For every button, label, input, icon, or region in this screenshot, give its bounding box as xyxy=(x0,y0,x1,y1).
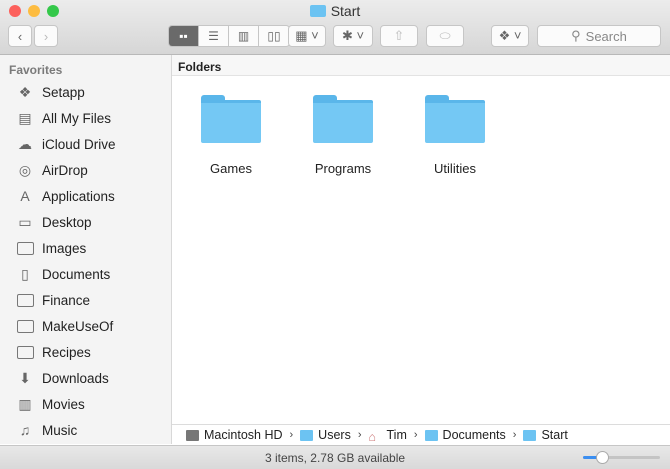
folder-icon xyxy=(16,292,34,308)
documents-folder-icon xyxy=(424,429,438,441)
folder-item[interactable]: Utilities xyxy=(405,90,505,176)
view-mode-control: ▪▪ ☰ ▥ ▯▯ xyxy=(168,25,290,47)
status-text: 3 items, 2.78 GB available xyxy=(264,451,406,465)
path-label: Documents xyxy=(442,428,506,442)
music-icon: ♫ xyxy=(19,422,31,438)
list-view-button[interactable]: ☰ xyxy=(199,26,229,46)
sidebar-item-label: Downloads xyxy=(42,370,109,386)
chevron-right-icon: › xyxy=(512,429,517,441)
coverflow-view-button[interactable]: ▯▯ xyxy=(259,26,289,46)
sidebar-item-airdrop[interactable]: ◎ AirDrop xyxy=(16,159,88,181)
sidebar-item-label: Music xyxy=(42,422,78,438)
search-placeholder: Search xyxy=(585,28,627,44)
path-label: Start xyxy=(541,428,568,442)
sidebar-item-recipes[interactable]: Recipes xyxy=(16,341,91,363)
sidebar-item-applications[interactable]: A Applications xyxy=(16,185,115,207)
airdrop-icon: ◎ xyxy=(18,161,32,178)
window-title-text: Start xyxy=(330,3,361,19)
sidebar-item-label: iCloud Drive xyxy=(42,136,116,152)
arrange-button[interactable]: ▦ ˅ xyxy=(288,25,326,47)
sidebar-item-setapp[interactable]: ❖ Setapp xyxy=(16,81,85,103)
sidebar-item-label: Movies xyxy=(42,396,85,412)
film-icon: ▥ xyxy=(18,395,32,412)
setapp-icon: ❖ xyxy=(18,83,32,100)
sidebar-item-movies[interactable]: ▥ Movies xyxy=(16,393,85,415)
toolbar: Start ‹ › ▪▪ ☰ ▥ ▯▯ ▦ ˅ ✱ ˅ ⇧ ⬭ ❖ ˅ ⚲ Sea… xyxy=(0,0,670,55)
back-button[interactable]: ‹ xyxy=(8,25,32,47)
sidebar-item-finance[interactable]: Finance xyxy=(16,289,90,311)
path-item[interactable]: Macintosh HD xyxy=(186,428,283,442)
users-folder-icon xyxy=(300,429,314,441)
search-input[interactable]: ⚲ Search xyxy=(537,25,661,47)
folder-item[interactable]: Games xyxy=(181,90,281,176)
sidebar-item-label: MakeUseOf xyxy=(42,318,114,334)
path-item[interactable]: Documents xyxy=(424,428,506,442)
sidebar-item-label: Images xyxy=(42,240,87,256)
desktop-icon: ▭ xyxy=(18,213,32,230)
folder-icon xyxy=(16,240,34,256)
applications-icon: A xyxy=(20,188,30,204)
section-header: Folders xyxy=(172,55,670,76)
sidebar-item-label: Setapp xyxy=(42,84,85,100)
folder-icon xyxy=(523,429,537,441)
forward-button[interactable]: › xyxy=(34,25,58,47)
download-icon: ⬇ xyxy=(19,369,31,386)
sidebar-item-label: Desktop xyxy=(42,214,92,230)
folder-label: Utilities xyxy=(434,161,476,176)
sidebar-item-images[interactable]: Images xyxy=(16,237,86,259)
sidebar-item-documents[interactable]: ▯ Documents xyxy=(16,263,110,285)
sidebar-item-label: All My Files xyxy=(42,110,112,126)
cloud-icon: ☁ xyxy=(18,135,32,152)
folder-label: Games xyxy=(210,161,252,176)
sidebar-item-label: AirDrop xyxy=(42,162,88,178)
sidebar-item-icloud-drive[interactable]: ☁ iCloud Drive xyxy=(16,133,116,155)
gear-icon[interactable]: ✱ ˅ xyxy=(333,25,373,47)
home-icon: ⌂ xyxy=(368,429,377,444)
folder-icon xyxy=(16,344,34,360)
column-view-button[interactable]: ▥ xyxy=(229,26,259,46)
sidebar-item-label: Applications xyxy=(42,188,115,204)
path-item[interactable]: Start xyxy=(523,428,568,442)
folder-icon xyxy=(425,95,485,143)
sidebar-heading: Favorites xyxy=(9,63,63,77)
path-label: Users xyxy=(318,428,351,442)
icon-size-slider[interactable] xyxy=(583,451,660,464)
folder-item[interactable]: Programs xyxy=(293,90,393,176)
sidebar: Favorites ❖ Setapp ▤ All My Files ☁ iCloud Dr… xyxy=(0,55,172,444)
path-label: Macintosh HD xyxy=(204,428,283,442)
path-item[interactable]: Users xyxy=(300,428,351,442)
folder-icon xyxy=(16,318,34,334)
setapp-dropdown-button[interactable]: ❖ ˅ xyxy=(491,25,529,47)
chevron-right-icon: › xyxy=(413,429,418,441)
document-icon: ▯ xyxy=(21,265,29,282)
folder-icon xyxy=(201,95,261,143)
sidebar-item-music[interactable]: ♫ Music xyxy=(16,419,78,441)
sidebar-item-all-my-files[interactable]: ▤ All My Files xyxy=(16,107,111,129)
window-title: Start xyxy=(0,3,670,19)
sidebar-item-label: Documents xyxy=(42,266,111,282)
disk-icon xyxy=(186,429,199,441)
sidebar-item-downloads[interactable]: ⬇ Downloads xyxy=(16,367,109,389)
folder-label: Programs xyxy=(314,161,372,176)
path-label: Tim xyxy=(386,428,407,442)
share-icon[interactable]: ⇧ xyxy=(380,25,418,47)
all-files-icon: ▤ xyxy=(18,109,32,126)
folder-icon xyxy=(313,95,373,143)
icon-view-button[interactable]: ▪▪ xyxy=(169,26,199,46)
sidebar-item-makeuseof[interactable]: MakeUseOf xyxy=(16,315,113,337)
folder-icon xyxy=(309,5,326,17)
chevron-right-icon: › xyxy=(289,429,294,441)
status-bar: 3 items, 2.78 GB available xyxy=(0,445,670,469)
tag-icon[interactable]: ⬭ xyxy=(426,25,464,47)
sidebar-item-desktop[interactable]: ▭ Desktop xyxy=(16,211,92,233)
search-icon: ⚲ xyxy=(571,28,581,43)
sidebar-item-label: Recipes xyxy=(42,344,91,360)
chevron-right-icon: › xyxy=(357,429,362,441)
path-item[interactable]: ⌂ Tim xyxy=(368,428,407,444)
path-bar: Macintosh HD › Users › ⌂ Tim › Documents › Start xyxy=(172,424,670,445)
sidebar-item-label: Finance xyxy=(42,292,91,308)
